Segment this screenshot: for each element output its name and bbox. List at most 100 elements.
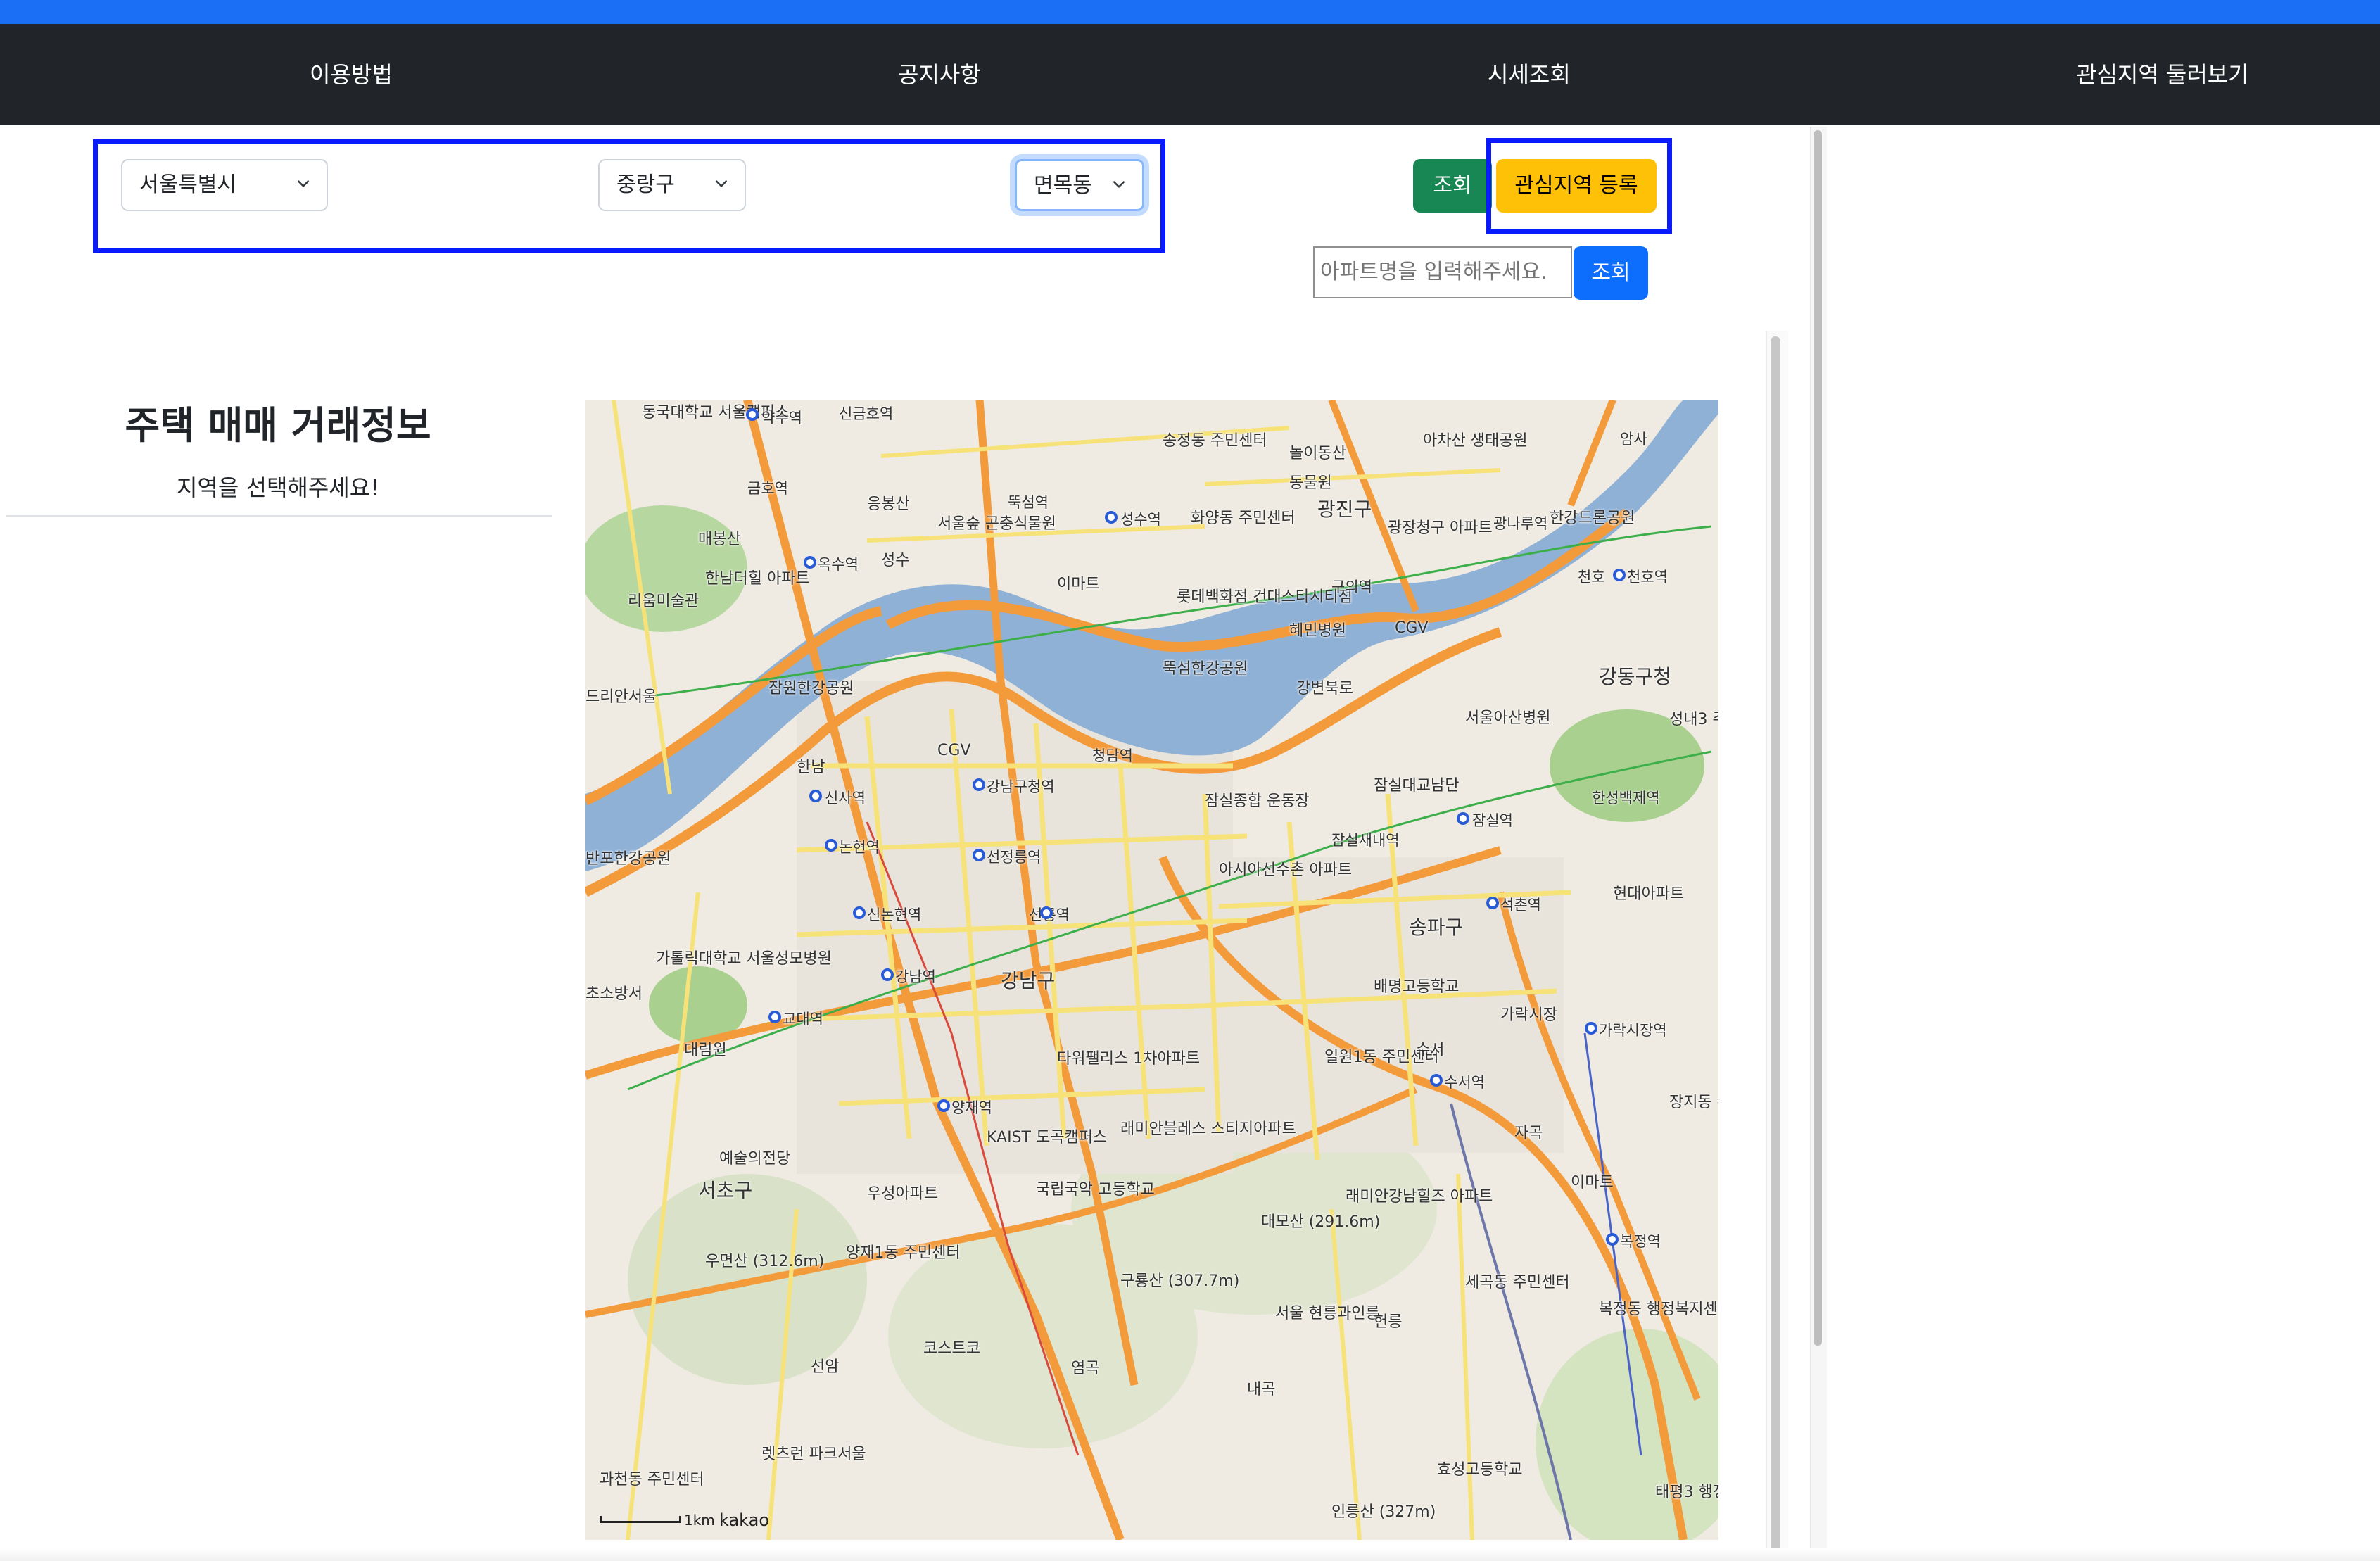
map-label: 잠실대교남단	[1374, 777, 1460, 795]
map-label: 금호역	[747, 480, 788, 497]
subway-station-icon	[937, 1099, 950, 1112]
map-label: 신금호역	[839, 405, 894, 422]
register-interest-button[interactable]: 관심지역 등록	[1496, 159, 1657, 213]
map-label: 이마트	[1571, 1174, 1614, 1192]
map-label: 현대아파트	[1613, 885, 1685, 903]
map-label: 이마트	[1057, 576, 1100, 593]
map-label: 수서	[1416, 1042, 1445, 1059]
map-label: 혜민병원	[1289, 622, 1346, 640]
map-label: 드리안서울	[585, 688, 657, 706]
subway-station-icon	[1430, 1074, 1443, 1087]
map-label: 헌릉	[1374, 1313, 1403, 1331]
map-label: 구룡산 (307.7m)	[1120, 1272, 1240, 1290]
map-label: 서울아산병원	[1465, 709, 1551, 727]
map-label: 양재역	[951, 1099, 992, 1116]
map-label: 성수역	[1120, 511, 1161, 528]
map-label: 옥수역	[818, 556, 859, 573]
map-label: 잠실종합 운동장	[1205, 792, 1310, 810]
nav-link-interest-areas[interactable]: 관심지역 둘러보기	[2076, 24, 2249, 125]
map-label: 송파구	[1409, 916, 1464, 939]
map-label: 타워팰리스 1차아파트	[1057, 1050, 1201, 1068]
map-scale-bar	[600, 1516, 681, 1523]
map-label: 서울 현릉과인릉	[1275, 1305, 1380, 1322]
bottom-edge	[0, 1548, 2380, 1561]
map-label: 강동구청	[1599, 665, 1672, 688]
map-label: 석촌역	[1500, 897, 1541, 914]
map-label: 서울숲 곤충식물원	[937, 515, 1056, 533]
subway-station-icon	[973, 849, 985, 861]
district-select[interactable]: 중랑구	[598, 159, 746, 211]
map-label: 효성고등학교	[1437, 1461, 1523, 1479]
map-label: 암사	[1620, 431, 1647, 448]
deal-info-title: 주택 매매 거래정보	[125, 403, 431, 448]
map-label: 래미안블레스 스티지아파트	[1120, 1120, 1296, 1138]
map-label: 가톨릭대학교 서울성모병원	[656, 950, 832, 968]
city-select-value: 서울특별시	[139, 172, 236, 197]
search-button[interactable]: 조회	[1413, 159, 1492, 213]
map-label: 한강드론공원	[1550, 510, 1635, 527]
map-label: 서초구	[698, 1179, 753, 1202]
chevron-down-icon	[298, 180, 309, 187]
map-label: 복정동 행정복지센터	[1599, 1301, 1718, 1318]
nav-link-usage[interactable]: 이용방법	[310, 24, 393, 125]
apartment-search-input[interactable]: 아파트명을 입력해주세요.	[1313, 246, 1572, 298]
map-label: 가락시장역	[1599, 1022, 1667, 1039]
nav-link-price-search[interactable]: 시세조회	[1488, 24, 1571, 125]
page-scrollbar-thumb[interactable]	[1814, 130, 1822, 1346]
chevron-down-icon	[1113, 181, 1125, 188]
map-label: 예술의전당	[719, 1150, 791, 1168]
map-label: 성수	[881, 552, 910, 569]
map-label: 한남더힐 아파트	[705, 570, 810, 588]
nav-link-notice[interactable]: 공지사항	[898, 24, 981, 125]
map-label: 광나루역	[1493, 515, 1548, 532]
subway-station-icon	[804, 556, 816, 569]
map-label: 수서역	[1444, 1074, 1485, 1091]
map-label: 리움미술관	[628, 593, 700, 610]
kakao-logo: kakao	[719, 1510, 770, 1530]
map-label: 초소방서	[585, 985, 643, 1003]
subway-station-icon	[1486, 897, 1499, 909]
map-label: 교대역	[783, 1011, 823, 1028]
subway-station-icon	[1105, 511, 1118, 524]
subway-station-icon	[746, 408, 759, 421]
map-label: 염곡	[1071, 1360, 1100, 1377]
content-scrollbar-thumb[interactable]	[1771, 336, 1780, 1561]
map-label: 송정동 주민센터	[1163, 432, 1267, 450]
chevron-down-icon	[716, 180, 727, 187]
subway-station-icon	[1606, 1233, 1619, 1246]
map-label: 청담역	[1092, 747, 1133, 764]
map-scale-label: 1km	[684, 1512, 715, 1529]
divider	[6, 515, 552, 517]
map-label: CGV	[937, 742, 971, 759]
city-select[interactable]: 서울특별시	[121, 159, 328, 211]
dong-select[interactable]: 면목동	[1015, 159, 1144, 211]
subway-station-icon	[973, 778, 985, 791]
map-label: 강남구	[1001, 969, 1056, 992]
map-label: 반포한강공원	[585, 850, 671, 868]
map-label: 광진구	[1317, 498, 1372, 521]
map-label: 놀이동산	[1289, 445, 1346, 462]
map-label: 강남구청역	[987, 778, 1055, 795]
subway-station-icon	[881, 968, 894, 981]
dong-select-value: 면목동	[1034, 173, 1092, 198]
map-label: 광장청구 아파트	[1388, 519, 1493, 537]
map-label: 응봉산	[867, 495, 910, 513]
map-label: 매봉산	[698, 531, 741, 548]
map-label: 래미안강남힐즈 아파트	[1346, 1188, 1493, 1206]
apartment-search-button[interactable]: 조회	[1574, 246, 1648, 300]
map-view[interactable]: 동국대학교 서울캠퍼스 약수역 신금호역 송정동 주민센터 놀이동산 아차산 생…	[585, 400, 1718, 1540]
subway-station-icon	[768, 1011, 781, 1023]
map-label: 강남역	[895, 968, 936, 985]
subway-station-icon	[1613, 569, 1626, 581]
map-label: 롯데백화점 건대스타시티점	[1177, 588, 1353, 606]
map-label: 세곡동 주민센터	[1465, 1274, 1570, 1291]
map-label: 장지동 주민센터	[1669, 1094, 1718, 1111]
subway-station-icon	[1457, 812, 1469, 825]
top-accent-bar	[0, 0, 2380, 24]
subway-station-icon	[1040, 906, 1053, 919]
map-label: 가락시장	[1500, 1006, 1557, 1024]
subway-station-icon	[809, 790, 822, 802]
map-label: 강변북로	[1296, 680, 1353, 697]
map-label: 성내3 주민센	[1669, 711, 1718, 728]
map-label: 논현역	[839, 839, 880, 856]
